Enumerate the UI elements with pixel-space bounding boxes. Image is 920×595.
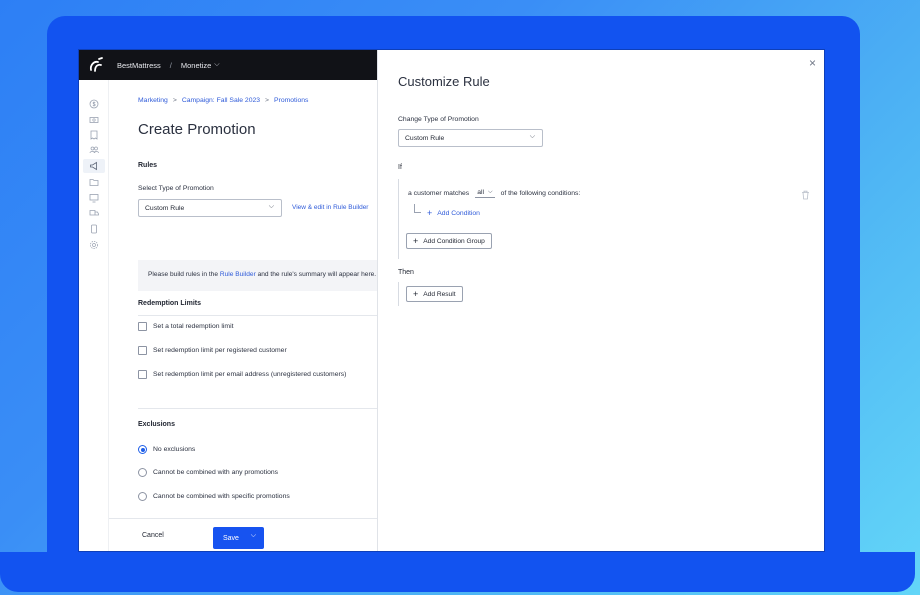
checkbox[interactable] [138, 346, 147, 355]
side-rail [79, 80, 109, 551]
plus-icon: + [413, 289, 419, 299]
plus-icon: + [427, 208, 433, 218]
breadcrumb-campaign[interactable]: Campaign: Fall Sale 2023 [182, 97, 260, 104]
promotion-type-select[interactable]: Custom Rule ⌵ [138, 199, 282, 217]
if-label: If [398, 164, 402, 171]
info-text-suffix: and the rule's summary will appear here. [255, 271, 377, 278]
checkbox[interactable] [138, 322, 147, 331]
add-result-button[interactable]: + Add Result [406, 286, 463, 302]
breadcrumb-separator: > [265, 97, 270, 104]
save-label: Save [223, 534, 239, 542]
promotion-type-label: Select Type of Promotion [138, 185, 214, 192]
condition-sentence: a customer matches all ⌵ of the following… [408, 189, 580, 198]
condition-suffix: of the following conditions: [500, 190, 581, 197]
match-value: all [477, 189, 485, 196]
change-type-label: Change Type of Promotion [398, 116, 479, 123]
monitor-icon[interactable] [88, 192, 100, 204]
page-title: Create Promotion [138, 121, 256, 138]
top-bar: BestMattress / Monetize ⌵ [79, 50, 377, 80]
add-condition-group-label: Add Condition Group [423, 237, 485, 245]
rule-summary-info: Please build rules in the Rule Builder a… [138, 260, 377, 291]
breadcrumb-separator: > [172, 97, 177, 104]
info-rule-builder-link[interactable]: Rule Builder [220, 271, 256, 278]
panel-title: Customize Rule [398, 74, 490, 89]
trash-icon[interactable] [801, 187, 810, 200]
chevron-down-icon: ⌵ [529, 133, 535, 140]
cancel-button[interactable]: Cancel [142, 532, 164, 539]
chevron-down-icon[interactable]: ⌵ [214, 61, 219, 69]
add-condition-button[interactable]: + Add Condition [427, 208, 480, 218]
brand-name[interactable]: BestMattress [117, 61, 161, 70]
redemption-option-label: Set redemption limit per email address (… [153, 371, 347, 378]
exclusion-option-label: Cannot be combined with any promotions [153, 469, 279, 476]
truck-icon[interactable] [88, 207, 100, 219]
redemption-option-label: Set a total redemption limit [153, 323, 234, 330]
app-screen: BestMattress / Monetize ⌵ Marketing > Camp… [78, 49, 825, 552]
change-type-value: Custom Rule [405, 134, 445, 142]
plus-icon: + [413, 236, 419, 246]
exclusion-option-label: Cannot be combined with specific promoti… [153, 493, 290, 500]
redemption-option[interactable]: Set redemption limit per registered cust… [138, 346, 287, 355]
info-text: Please build rules in the [148, 271, 220, 278]
exclusion-option[interactable]: No exclusions [138, 445, 195, 454]
condition-group: a customer matches all ⌵ of the following… [398, 179, 818, 259]
cash-icon[interactable] [88, 114, 100, 126]
exclusions-heading: Exclusions [138, 421, 175, 428]
checkbox[interactable] [138, 370, 147, 379]
dollar-icon[interactable] [88, 98, 100, 110]
create-promotion-page: Marketing > Campaign: Fall Sale 2023 > Promo… [109, 80, 377, 551]
breadcrumb-marketing[interactable]: Marketing [138, 97, 168, 104]
exclusion-option-label: No exclusions [153, 446, 196, 453]
settings-icon[interactable] [88, 239, 100, 251]
close-icon[interactable]: × [809, 56, 816, 70]
match-select[interactable]: all ⌵ [475, 189, 495, 198]
logo-icon[interactable] [87, 56, 105, 74]
chevron-down-icon: ⌵ [488, 189, 493, 195]
add-condition-label: Add Condition [437, 210, 480, 217]
footer-divider [109, 518, 377, 519]
rules-heading: Rules [138, 162, 158, 169]
promotion-type-value: Custom Rule [145, 204, 185, 212]
folder-icon[interactable] [88, 176, 100, 188]
topbar-separator: / [169, 60, 172, 70]
exclusion-option[interactable]: Cannot be combined with any promotions [138, 468, 278, 477]
tree-connector [414, 204, 421, 213]
add-result-label: Add Result [423, 290, 456, 298]
condition-prefix: a customer matches [408, 190, 470, 197]
breadcrumb: Marketing > Campaign: Fall Sale 2023 > Promo… [138, 97, 308, 104]
redemption-option-label: Set redemption limit per registered cust… [153, 347, 287, 354]
section-divider [138, 315, 377, 316]
radio-button-selected[interactable] [138, 445, 147, 454]
save-button[interactable]: Save ⌵ [213, 527, 264, 549]
chevron-down-icon[interactable]: ⌵ [251, 532, 256, 540]
then-branch-line [398, 282, 399, 306]
megaphone-icon[interactable] [83, 159, 105, 173]
users-icon[interactable] [88, 144, 100, 156]
exclusion-option[interactable]: Cannot be combined with specific promoti… [138, 492, 290, 501]
radio-button[interactable] [138, 468, 147, 477]
change-type-select[interactable]: Custom Rule ⌵ [398, 129, 543, 147]
receipt-icon[interactable] [88, 129, 100, 141]
redemption-limits-heading: Redemption Limits [138, 300, 202, 307]
section-divider [138, 408, 377, 409]
then-label: Then [398, 269, 414, 276]
customize-rule-panel: × Customize Rule Change Type of Promotio… [377, 50, 824, 551]
redemption-option[interactable]: Set redemption limit per email address (… [138, 370, 346, 379]
redemption-option[interactable]: Set a total redemption limit [138, 322, 233, 331]
add-condition-group-button[interactable]: + Add Condition Group [406, 233, 492, 249]
mobile-icon[interactable] [88, 223, 100, 235]
rule-builder-link[interactable]: View & edit in Rule Builder [292, 204, 368, 211]
radio-button[interactable] [138, 492, 147, 501]
laptop-base [0, 552, 915, 592]
app-switcher[interactable]: Monetize [181, 61, 211, 70]
if-branch-line [398, 179, 399, 259]
breadcrumb-promotions[interactable]: Promotions [274, 97, 308, 104]
chevron-down-icon: ⌵ [268, 203, 274, 210]
